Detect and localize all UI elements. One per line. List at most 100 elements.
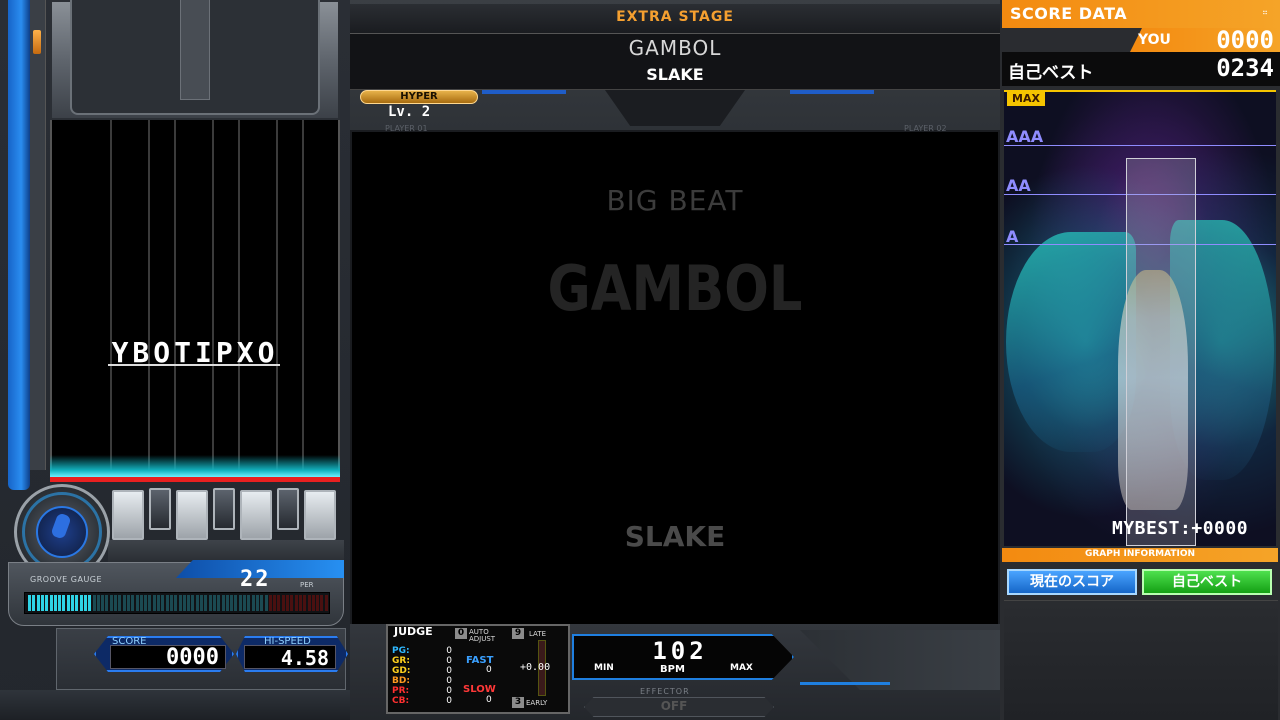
- gauge-segment: [191, 595, 195, 611]
- groove-gauge-value: 22: [240, 567, 271, 592]
- lane-divider: [212, 120, 214, 482]
- slow-label: SLOW: [463, 684, 496, 695]
- gauge-segment: [225, 595, 229, 611]
- gauge-segment: [114, 595, 117, 611]
- lane-divider: [148, 120, 150, 482]
- key-1[interactable]: [112, 490, 144, 540]
- right-lower-panel: [1004, 600, 1278, 720]
- hispeed-value: 4.58: [244, 645, 336, 670]
- gauge-segment: [204, 595, 208, 611]
- gauge-segment: [88, 595, 92, 611]
- groove-gauge-unit: PER: [300, 581, 314, 589]
- judge-pg-value: 0: [446, 646, 452, 656]
- you-label: YOU: [1138, 32, 1171, 48]
- early-label: EARLY: [526, 699, 548, 707]
- lane-beam-glow: [50, 455, 340, 477]
- judge-gr-value: 0: [446, 656, 452, 666]
- gauge-segment: [260, 595, 264, 611]
- stage-label: EXTRA STAGE: [616, 9, 734, 25]
- gauge-segment: [294, 595, 298, 611]
- gauge-segment: [303, 595, 307, 611]
- gauge-segment: [126, 595, 130, 611]
- bga-title: GAMBOL: [547, 252, 803, 325]
- gauge-segment: [247, 595, 251, 611]
- gauge-segment: [307, 595, 311, 611]
- gauge-segment: [324, 595, 328, 611]
- gauge-segment: [298, 595, 302, 611]
- gauge-segment: [148, 595, 152, 611]
- gauge-segment: [217, 595, 221, 611]
- gauge-segment: [101, 595, 105, 611]
- grade-line-aaa: [1004, 145, 1276, 146]
- gauge-segment: [230, 595, 234, 611]
- auto-adjust-number: 0: [455, 628, 467, 639]
- gauge-segment: [79, 595, 83, 611]
- key-4[interactable]: [213, 488, 235, 530]
- gauge-segment: [251, 595, 255, 611]
- gauge-segment: [75, 595, 79, 611]
- gauge-segment: [32, 595, 36, 611]
- gauge-segment: [281, 595, 285, 611]
- current-score-button[interactable]: 現在のスコア: [1007, 569, 1137, 595]
- groove-gauge-bar: [24, 592, 330, 614]
- gauge-segment: [45, 595, 49, 611]
- gauge-segment: [264, 595, 268, 611]
- gauge-segment: [109, 595, 113, 611]
- effector-label: EFFECTOR: [640, 687, 690, 696]
- best-score-label: 自己ベスト: [1008, 63, 1094, 83]
- bpm-value: 102: [652, 637, 708, 665]
- gauge-segment: [71, 595, 74, 611]
- gauge-segment: [139, 595, 143, 611]
- song-artist: SLAKE: [646, 65, 704, 84]
- score-value: 0000: [110, 645, 226, 670]
- gauge-segment: [83, 595, 87, 611]
- left-blue-rail: [8, 0, 30, 490]
- key-5[interactable]: [240, 490, 272, 540]
- gauge-segment: [238, 595, 242, 611]
- gauge-segment: [36, 595, 40, 611]
- gauge-segment: [105, 595, 109, 611]
- gauge-segment: [320, 595, 324, 611]
- judge-line: [50, 477, 340, 482]
- key-3[interactable]: [176, 490, 208, 540]
- gauge-segment: [187, 595, 191, 611]
- auto-adjust-label: AUTO ADJUST: [469, 628, 496, 643]
- judge-bd-value: 0: [446, 676, 452, 686]
- gauge-segment: [221, 595, 225, 611]
- gauge-segment: [174, 595, 178, 611]
- bga-artist: SLAKE: [624, 520, 726, 553]
- key-6[interactable]: [277, 488, 299, 530]
- lane-divider: [238, 120, 240, 482]
- gauge-segment: [311, 595, 315, 611]
- late-number: 9: [512, 628, 524, 639]
- key-7[interactable]: [304, 490, 336, 540]
- mybest-diff: MYBEST:+0000: [1112, 518, 1249, 539]
- late-label: LATE: [529, 630, 547, 638]
- gauge-segment: [316, 595, 320, 611]
- song-title: GAMBOL: [628, 36, 722, 60]
- gauge-segment: [152, 595, 156, 611]
- gauge-segment: [58, 595, 62, 611]
- note-lane-field: [50, 120, 340, 482]
- difficulty-level: Lv. 2: [388, 104, 431, 120]
- judge-pr-value: 0: [446, 686, 452, 696]
- bga-genre: BIG BEAT: [606, 184, 744, 217]
- header-accent-left: [482, 90, 566, 94]
- gauge-segment: [118, 595, 122, 611]
- bpm-min-label: MIN: [594, 663, 614, 673]
- gauge-segment: [92, 595, 96, 611]
- bpm-label: BPM: [660, 664, 685, 675]
- gauge-segment: [131, 595, 135, 611]
- gauge-segment: [135, 595, 139, 611]
- bottom-deco-line: [800, 682, 890, 685]
- gauge-segment: [40, 595, 44, 611]
- grade-label-aaa: AAA: [1006, 127, 1044, 146]
- gauge-segment: [169, 595, 173, 611]
- key-2[interactable]: [149, 488, 171, 530]
- rail-indicator-light: [33, 30, 41, 54]
- gauge-segment: [165, 595, 169, 611]
- personal-best-button[interactable]: 自己ベスト: [1142, 569, 1272, 595]
- grade-max-tag: MAX: [1007, 92, 1045, 106]
- lane-divider: [276, 120, 278, 482]
- judge-cb-value: 0: [446, 696, 452, 706]
